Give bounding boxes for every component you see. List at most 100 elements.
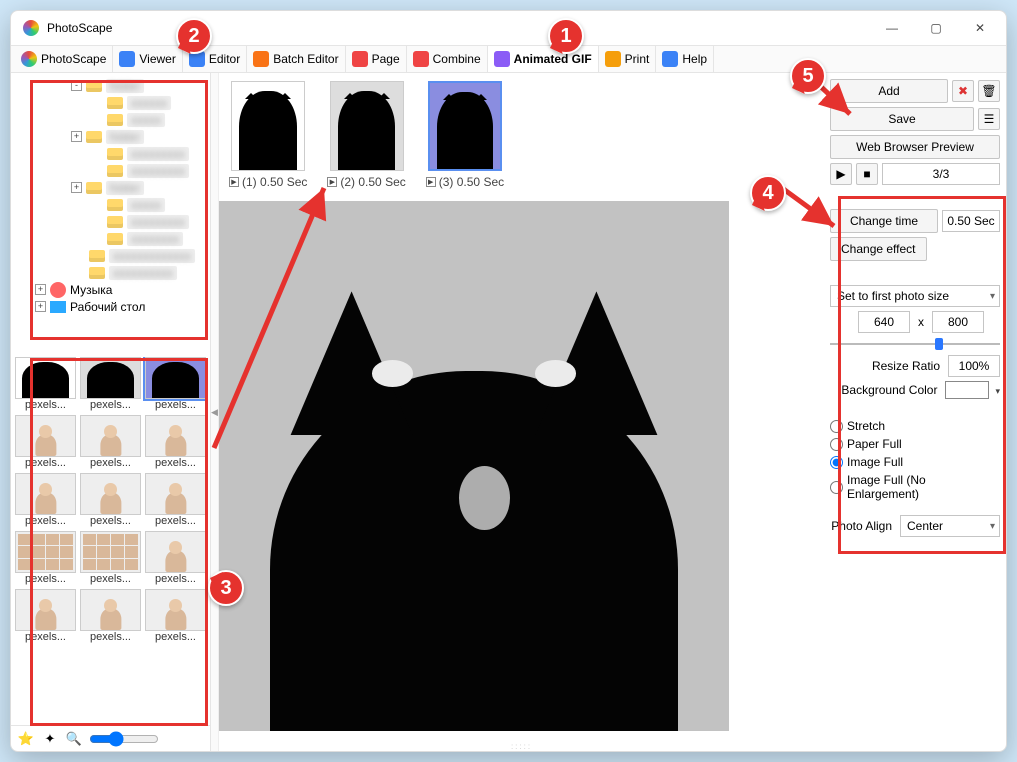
stop-button[interactable]: ■ xyxy=(856,163,878,185)
tree-item[interactable]: +Рабочий стол xyxy=(17,298,204,315)
print-icon xyxy=(605,51,621,67)
thumbnail-panel: pexels...pexels...pexels...pexels...pexe… xyxy=(11,353,210,725)
thumbnail[interactable]: pexels... xyxy=(145,589,206,643)
time-value[interactable]: 0.50 Sec xyxy=(942,210,1000,232)
tree-item[interactable]: xxxxxxxxxx xyxy=(17,264,204,281)
anigif-icon xyxy=(494,51,510,67)
search-small-button[interactable]: 🔍 xyxy=(65,730,83,748)
play-button[interactable]: ▶ xyxy=(830,163,852,185)
tree-item[interactable]: +Музыка xyxy=(17,281,204,298)
folder-icon xyxy=(50,301,66,313)
folder-icon xyxy=(89,250,105,262)
thumbnail[interactable]: pexels... xyxy=(145,415,206,469)
tree-item[interactable]: xxxxx xyxy=(17,111,204,128)
tab-batch[interactable]: Batch Editor xyxy=(247,46,345,72)
tree-item[interactable]: xxxxxxxxx xyxy=(17,162,204,179)
expand-icon[interactable]: + xyxy=(71,182,82,193)
delete-button[interactable]: ✖ xyxy=(952,80,974,102)
tab-print[interactable]: Print xyxy=(599,46,657,72)
resize-slider[interactable] xyxy=(830,337,1000,351)
width-field[interactable]: 640 xyxy=(858,311,910,333)
favorite-button[interactable]: ⭐ xyxy=(17,730,35,748)
splitter[interactable]: ◀ xyxy=(211,73,219,751)
frame-2[interactable]: ▶(2) 0.50 Sec xyxy=(327,81,405,193)
radio-paper-full[interactable]: Paper Full xyxy=(830,437,1000,451)
viewer-icon xyxy=(119,51,135,67)
change-effect-button[interactable]: Change effect xyxy=(830,237,927,261)
main-toolbar: PhotoScapeViewerEditorBatch EditorPageCo… xyxy=(11,45,1006,73)
expand-icon[interactable]: + xyxy=(35,301,46,312)
thumbnail[interactable]: pexels... xyxy=(15,473,76,527)
bgcolor-swatch[interactable] xyxy=(945,381,989,399)
change-time-button[interactable]: Change time xyxy=(830,209,938,233)
combine-icon xyxy=(413,51,429,67)
maximize-button[interactable]: ▢ xyxy=(914,14,958,42)
expand-icon[interactable]: + xyxy=(35,284,46,295)
expand-icon[interactable]: - xyxy=(71,80,82,91)
thumbnail[interactable]: pexels... xyxy=(15,531,76,585)
thumbnail[interactable]: pexels... xyxy=(80,415,141,469)
folder-tree[interactable]: -folderxxxxxxxxxxx+folderxxxxxxxxxxxxxxx… xyxy=(11,73,210,353)
thumbnail[interactable]: pexels... xyxy=(80,589,141,643)
settings-small-button[interactable]: ✦ xyxy=(41,730,59,748)
thumbnail[interactable]: pexels... xyxy=(15,357,76,411)
tree-item[interactable]: xxxxx xyxy=(17,196,204,213)
frame-3[interactable]: ▶(3) 0.50 Sec xyxy=(426,81,504,193)
folder-icon xyxy=(50,282,66,298)
thumbnail[interactable]: pexels... xyxy=(15,589,76,643)
thumbnail[interactable]: pexels... xyxy=(145,473,206,527)
frame-row[interactable]: ▶(1) 0.50 Sec ▶(2) 0.50 Sec ▶(3) 0.50 Sec xyxy=(219,73,824,201)
thumbnail[interactable]: pexels... xyxy=(80,473,141,527)
play-icon: ▶ xyxy=(426,177,436,187)
tab-page[interactable]: Page xyxy=(346,46,407,72)
thumbnail-grid[interactable]: pexels...pexels...pexels...pexels...pexe… xyxy=(15,357,206,725)
callout-4: 4 xyxy=(750,175,786,211)
tree-item[interactable]: xxxxxx xyxy=(17,94,204,111)
tree-item[interactable]: xxxxxxxx xyxy=(17,230,204,247)
folder-icon xyxy=(86,182,102,194)
save-button[interactable]: Save xyxy=(830,107,974,131)
preview-image xyxy=(219,201,729,731)
tree-item[interactable]: xxxxxxxxxxxxx xyxy=(17,247,204,264)
minimize-button[interactable]: — xyxy=(870,14,914,42)
add-button[interactable]: Add xyxy=(830,79,948,103)
radio-stretch[interactable]: Stretch xyxy=(830,419,1000,433)
folder-icon xyxy=(107,97,123,109)
tree-item[interactable]: +folder xyxy=(17,128,204,145)
thumbnail[interactable]: pexels... xyxy=(145,531,206,585)
resize-grip[interactable]: ::::: xyxy=(219,741,824,751)
resize-ratio-value[interactable]: 100% xyxy=(948,355,1000,377)
frame-1[interactable]: ▶(1) 0.50 Sec xyxy=(229,81,307,193)
tree-item[interactable]: -folder xyxy=(17,77,204,94)
thumbnail[interactable]: pexels... xyxy=(80,357,141,411)
titlebar[interactable]: PhotoScape — ▢ ✕ xyxy=(11,11,1006,45)
tab-combine[interactable]: Combine xyxy=(407,46,488,72)
web-preview-button[interactable]: Web Browser Preview xyxy=(830,135,1000,159)
tree-item[interactable]: xxxxxxxxx xyxy=(17,145,204,162)
photo-align-label: Photo Align xyxy=(830,519,896,533)
thumb-size-slider[interactable] xyxy=(89,731,159,747)
callout-1: 1 xyxy=(548,18,584,54)
height-field[interactable]: 800 xyxy=(932,311,984,333)
thumbnail[interactable]: pexels... xyxy=(145,357,206,411)
tree-item[interactable]: +folder xyxy=(17,179,204,196)
bgcolor-dropdown-icon[interactable] xyxy=(993,383,1000,397)
folder-icon xyxy=(107,199,123,211)
close-button[interactable]: ✕ xyxy=(958,14,1002,42)
trash-button[interactable]: 🗑 xyxy=(978,80,1000,102)
radio-image-full-noenlarge[interactable]: Image Full (No Enlargement) xyxy=(830,473,1000,501)
play-icon: ▶ xyxy=(327,177,337,187)
radio-image-full[interactable]: Image Full xyxy=(830,455,1000,469)
thumbnail[interactable]: pexels... xyxy=(15,415,76,469)
tab-help[interactable]: Help xyxy=(656,46,714,72)
options-button[interactable]: ☰ xyxy=(978,108,1000,130)
expand-icon[interactable]: + xyxy=(71,131,82,142)
tab-photoscape[interactable]: PhotoScape xyxy=(15,46,113,72)
size-mode-select[interactable]: Set to first photo size xyxy=(830,285,1000,307)
thumbnail[interactable]: pexels... xyxy=(80,531,141,585)
folder-icon xyxy=(107,216,123,228)
photo-align-select[interactable]: Center xyxy=(900,515,1000,537)
folder-icon xyxy=(107,114,123,126)
tree-item[interactable]: xxxxxxxxx xyxy=(17,213,204,230)
page-icon xyxy=(352,51,368,67)
